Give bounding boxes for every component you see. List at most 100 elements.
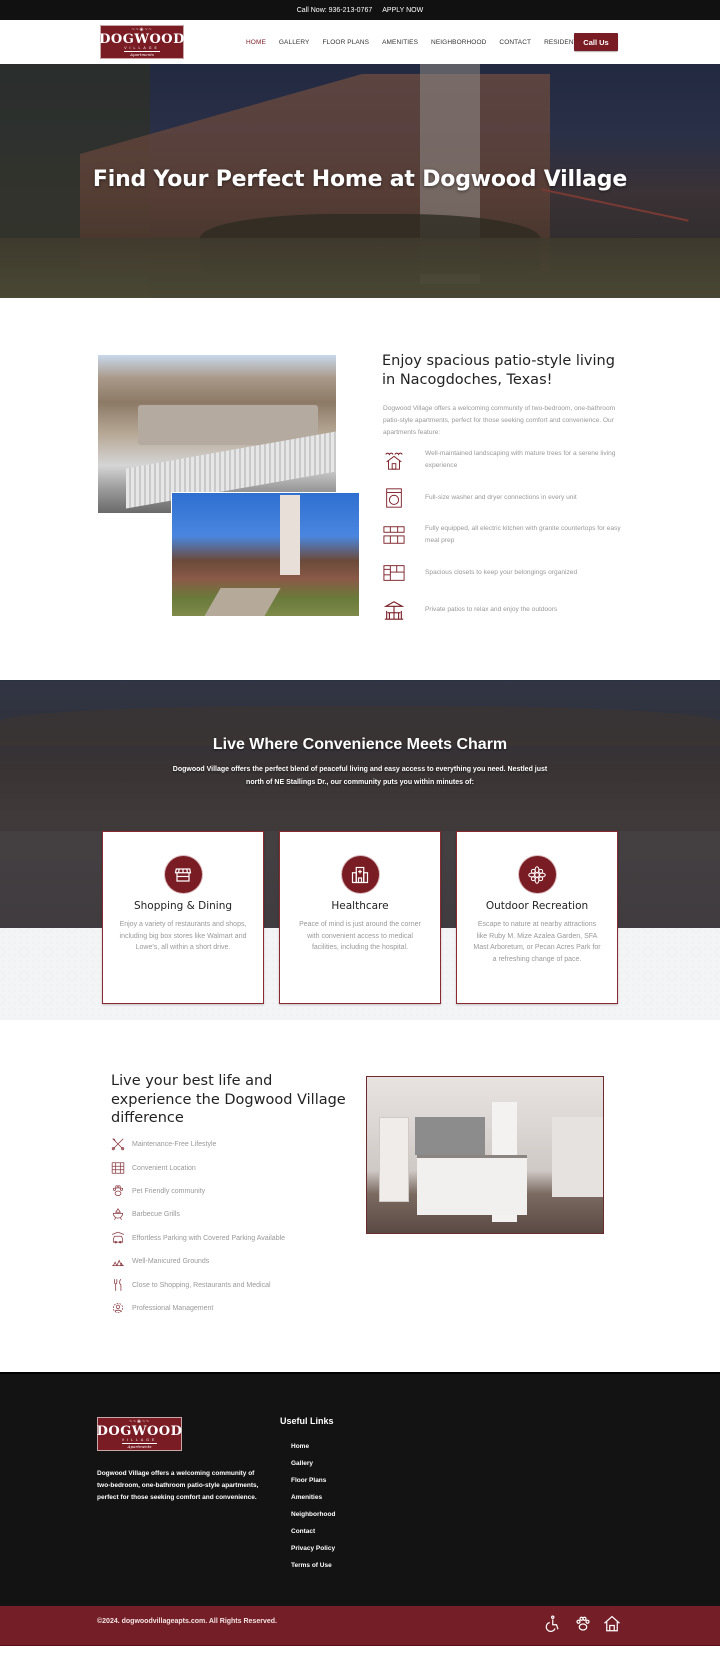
building-photo [171, 492, 359, 616]
patio-umbrella-icon [383, 601, 405, 620]
copyright-text: ©2024. dogwoodvillageapts.com. All Right… [97, 1618, 277, 1625]
kitchen-icon [383, 526, 405, 544]
card-icon-circle [518, 856, 556, 893]
nav-amenities[interactable]: AMENITIES [382, 39, 418, 46]
call-now-link[interactable]: Call Now: 936-213-0767 [297, 7, 373, 14]
footer-links: Home Gallery Floor Plans Amenities Neigh… [291, 1438, 335, 1574]
building-chimney [280, 495, 300, 575]
accessibility-icon[interactable] [543, 1615, 561, 1633]
kitchen-island [417, 1155, 527, 1215]
amenity-text: Pet Friendly community [132, 1187, 206, 1195]
convenience-text: Dogwood Village offers the perfect blend… [172, 766, 548, 786]
amenity-text: Convenient Location [132, 1164, 196, 1172]
footer-description: Dogwood Village offers a welcoming commu… [97, 1470, 259, 1501]
amenity-text: Effortless Parking with Covered Parking … [132, 1234, 286, 1242]
manager-icon [112, 1302, 124, 1314]
equal-housing-icon[interactable] [603, 1615, 621, 1633]
amenity-text: Close to Shopping, Restaurants and Medic… [132, 1281, 271, 1289]
paw-icon [112, 1185, 124, 1197]
grill-icon [112, 1208, 124, 1221]
feature-text: Private patios to relax and enjoy the ou… [425, 606, 558, 613]
card-shopping-dining: Shopping & Dining Enjoy a variety of res… [102, 831, 264, 1004]
feature-text: Full-size washer and dryer connections i… [425, 494, 577, 501]
amenity-item: Pet Friendly community [111, 1184, 205, 1198]
difference-title: Live your best life and experience the D… [111, 1073, 346, 1126]
flower-mandala-icon [528, 865, 546, 884]
card-text: Escape to nature at nearby attractions l… [473, 921, 601, 963]
feature-text: Spacious closets to keep your belongings… [425, 569, 578, 576]
pet-friendly-icon[interactable] [574, 1615, 592, 1633]
logo-tagline: Apartments [121, 1442, 158, 1449]
footer-link-floor-plans[interactable]: Floor Plans [291, 1472, 335, 1489]
logo-name: DOGWOOD [99, 31, 185, 47]
footer-logo[interactable]: ~~❀~~ DOGWOOD VILLAGE Apartments [97, 1417, 182, 1451]
main-nav: HOME GALLERY FLOOR PLANS AMENITIES NEIGH… [246, 20, 595, 64]
kitchen-cabinets [415, 1117, 485, 1155]
kitchen-door [379, 1117, 409, 1202]
amenity-text: Maintenance-Free Lifestyle [132, 1140, 217, 1148]
logo-tagline: Apartments [124, 50, 160, 57]
apply-now-link[interactable]: APPLY NOW [382, 7, 423, 14]
convenience-title: Live Where Convenience Meets Charm [212, 736, 508, 753]
card-title: Healthcare [331, 900, 389, 912]
feature-text: Well-maintained landscaping with mature … [425, 450, 616, 469]
top-bar: Call Now: 936-213-0767 APPLY NOW [0, 0, 720, 20]
site-header: ~~❀~~ DOGWOOD VILLAGE Apartments HOME GA… [0, 20, 720, 64]
card-text: Enjoy a variety of restaurants and shops… [119, 921, 247, 951]
amenity-text: Professional Management [132, 1304, 214, 1312]
map-location-icon [111, 1162, 125, 1174]
tools-icon [111, 1138, 125, 1151]
footer-link-home[interactable]: Home [291, 1438, 335, 1455]
amenity-item: Well-Manicured Grounds [111, 1254, 209, 1268]
footer-link-terms-of-use[interactable]: Terms of Use [291, 1557, 335, 1574]
logo-name: DOGWOOD [96, 1423, 183, 1439]
feature-item: Well-maintained landscaping with mature … [383, 448, 623, 472]
kitchen-alcove [552, 1117, 603, 1197]
footer-link-neighborhood[interactable]: Neighborhood [291, 1506, 335, 1523]
card-title: Shopping & Dining [133, 900, 233, 912]
storefront-icon [174, 867, 192, 882]
card-text: Peace of mind is just around the corner … [299, 921, 421, 951]
footer-links-title: Useful Links [280, 1416, 334, 1426]
amenity-item: Barbecue Grills [111, 1207, 180, 1221]
covered-parking-icon [112, 1231, 124, 1244]
nav-gallery[interactable]: GALLERY [279, 39, 310, 46]
amenity-item: Convenient Location [111, 1161, 196, 1175]
fork-knife-icon [114, 1278, 122, 1291]
amenity-item: Professional Management [111, 1301, 213, 1315]
nav-neighborhood[interactable]: NEIGHBORHOOD [431, 39, 486, 46]
hero-title: Find Your Perfect Home at Dogwood Villag… [92, 167, 628, 192]
hero-banner: Find Your Perfect Home at Dogwood Villag… [0, 64, 720, 298]
footer-link-gallery[interactable]: Gallery [291, 1455, 335, 1472]
logo[interactable]: ~~❀~~ DOGWOOD VILLAGE Apartments [99, 25, 185, 59]
building-walkway [203, 588, 281, 616]
feature-text: Fully equipped, all electric kitchen wit… [425, 525, 621, 544]
card-healthcare: Healthcare Peace of mind is just around … [279, 831, 441, 1004]
hospital-icon [351, 866, 369, 883]
aerial-photo [98, 355, 336, 513]
footer-link-privacy-policy[interactable]: Privacy Policy [291, 1540, 335, 1557]
nav-contact[interactable]: CONTACT [499, 39, 531, 46]
card-outdoor-recreation: Outdoor Recreation Escape to nature at n… [456, 831, 618, 1004]
call-us-button[interactable]: Call Us [574, 33, 618, 51]
amenity-item: Close to Shopping, Restaurants and Medic… [111, 1278, 271, 1292]
landscaping-house-icon [385, 452, 403, 470]
intro-text: Dogwood Village offers a welcoming commu… [383, 405, 616, 436]
nav-home[interactable]: HOME [246, 39, 266, 46]
feature-item: Private patios to relax and enjoy the ou… [383, 599, 623, 621]
amenity-item: Effortless Parking with Covered Parking … [111, 1231, 285, 1245]
footer-link-contact[interactable]: Contact [291, 1523, 335, 1540]
amenity-text: Barbecue Grills [132, 1210, 180, 1218]
feature-item: Fully equipped, all electric kitchen wit… [383, 523, 623, 547]
card-icon-circle [164, 856, 202, 893]
card-title: Outdoor Recreation [485, 900, 589, 912]
amenity-text: Well-Manicured Grounds [132, 1257, 210, 1265]
closet-icon [383, 565, 405, 581]
washer-dryer-icon [386, 488, 402, 508]
kitchen-photo [366, 1076, 604, 1234]
nav-floor-plans[interactable]: FLOOR PLANS [322, 39, 369, 46]
hero-railing [541, 188, 689, 222]
grounds-icon [112, 1259, 124, 1267]
footer-link-amenities[interactable]: Amenities [291, 1489, 335, 1506]
intro-title: Enjoy spacious patio-style living in Nac… [382, 353, 615, 388]
